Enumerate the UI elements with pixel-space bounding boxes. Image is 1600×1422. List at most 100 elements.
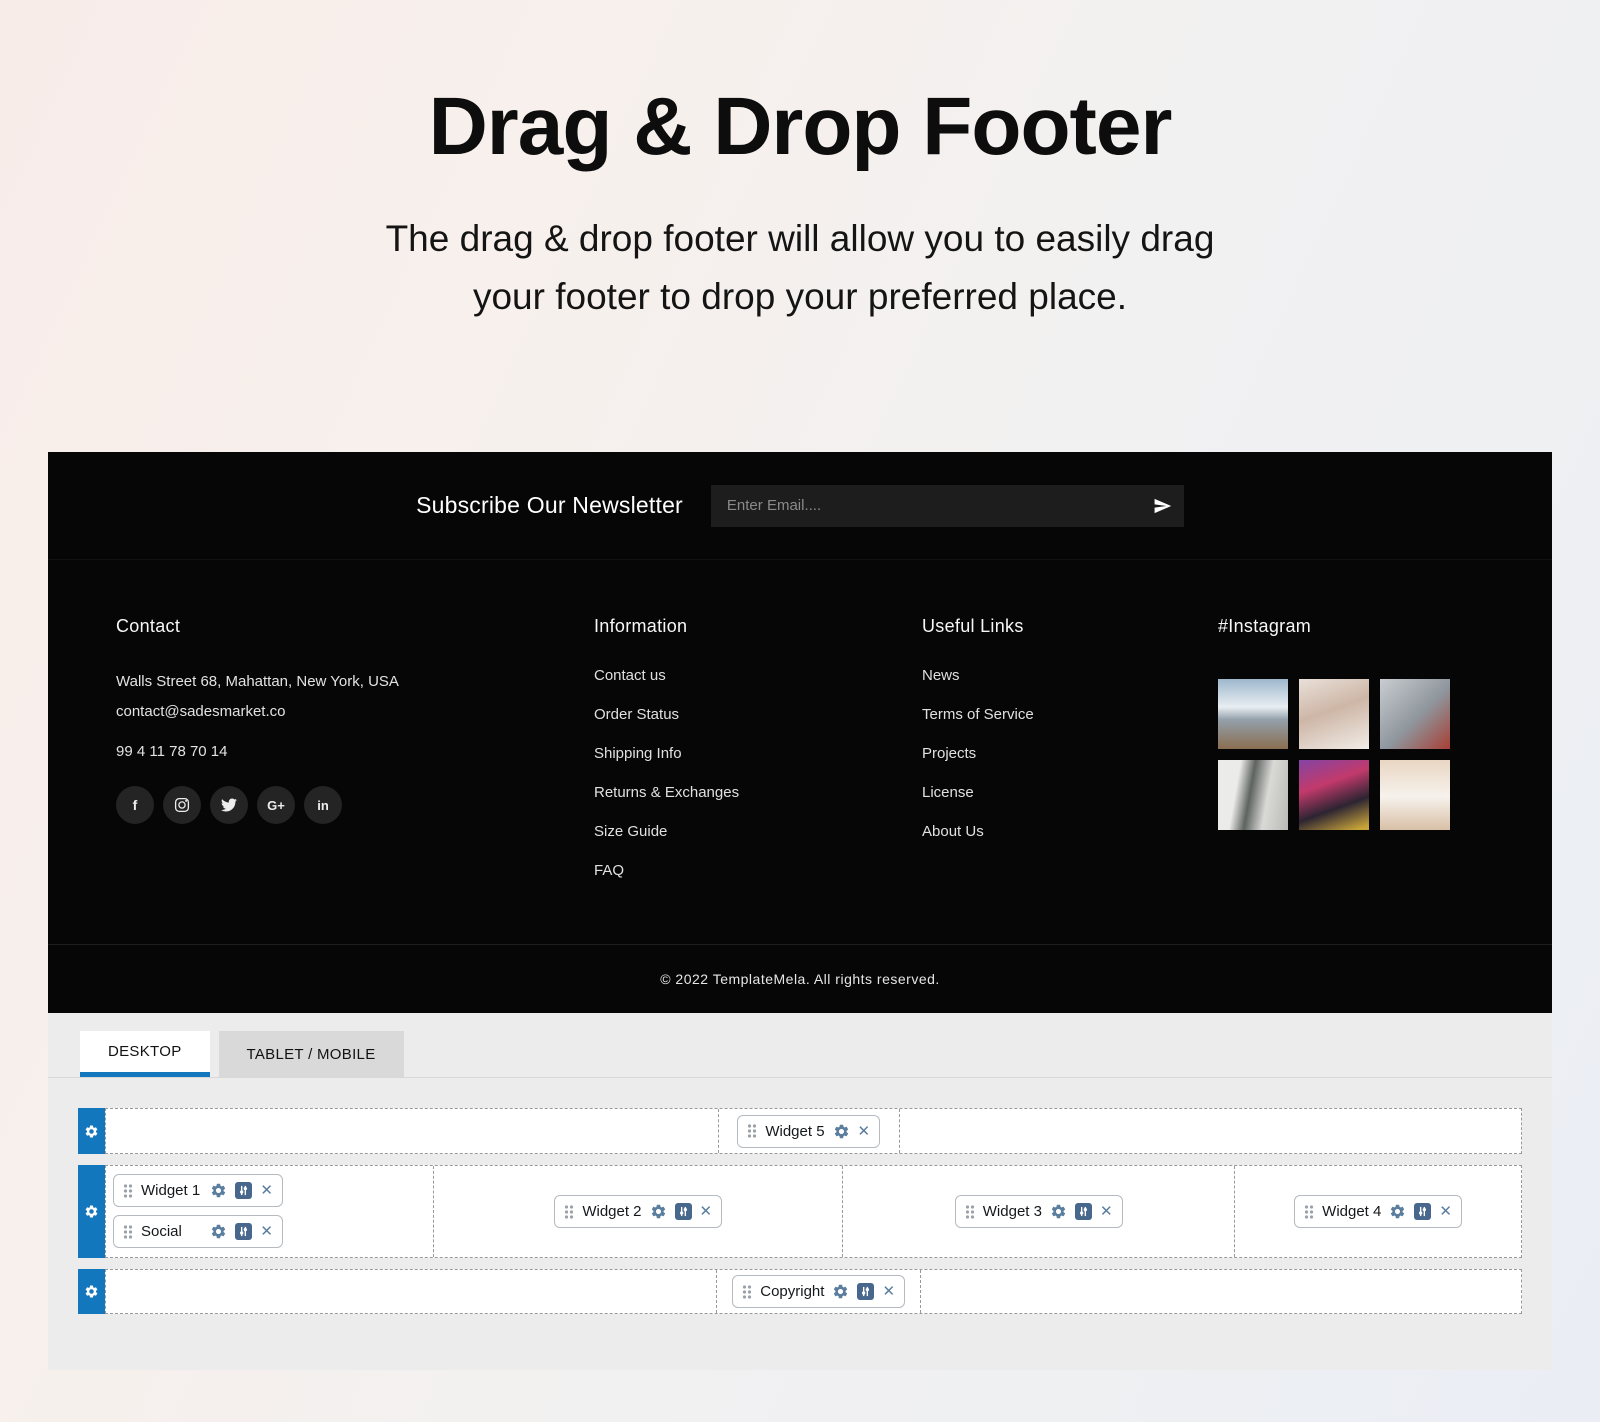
- widget-chip-social[interactable]: Social ✕: [113, 1215, 283, 1248]
- row-2-col-4: Widget 4 ✕: [1235, 1166, 1521, 1257]
- copyright-text: © 2022 TemplateMela. All rights reserved…: [660, 971, 940, 987]
- newsletter-bar: Subscribe Our Newsletter: [48, 452, 1552, 560]
- widget-chip-widget4[interactable]: Widget 4 ✕: [1294, 1195, 1462, 1228]
- instagram-photo-mountain-biker[interactable]: [1218, 679, 1288, 749]
- builder-tab-bar: DESKTOP TABLET / MOBILE: [48, 1013, 1552, 1078]
- widget-remove-icon[interactable]: ✕: [882, 1284, 895, 1299]
- footer-link[interactable]: About Us: [922, 823, 1218, 840]
- newsletter-label: Subscribe Our Newsletter: [416, 492, 683, 519]
- widget-settings-icon[interactable]: [832, 1283, 849, 1300]
- footer-link[interactable]: Shipping Info: [594, 745, 922, 762]
- row-1-col-2: Widget 5 ✕: [719, 1109, 900, 1153]
- footer-builder-panel: DESKTOP TABLET / MOBILE Widget 5 ✕: [48, 1013, 1552, 1370]
- widget-label: Widget 1: [141, 1182, 202, 1199]
- footer-preview: Subscribe Our Newsletter Contact Walls S…: [48, 452, 1552, 1013]
- footer-column-useful-links: Useful Links News Terms of Service Proje…: [922, 616, 1218, 904]
- gear-icon: [84, 1124, 99, 1139]
- widget-remove-icon[interactable]: ✕: [1439, 1204, 1452, 1219]
- row-3-col-2: Copyright ✕: [717, 1270, 921, 1313]
- footer-link[interactable]: Returns & Exchanges: [594, 784, 922, 801]
- widget-chip-widget1[interactable]: Widget 1 ✕: [113, 1174, 283, 1207]
- drag-handle-icon[interactable]: [747, 1123, 757, 1139]
- row-1-columns: Widget 5 ✕: [105, 1108, 1522, 1154]
- newsletter-form: [711, 485, 1184, 527]
- widget-chip-copyright[interactable]: Copyright ✕: [732, 1275, 905, 1308]
- row-1-col-1: [106, 1109, 719, 1153]
- widget-width-icon[interactable]: [675, 1203, 692, 1220]
- widget-settings-icon[interactable]: [650, 1203, 667, 1220]
- widget-settings-icon[interactable]: [210, 1223, 227, 1240]
- widget-settings-icon[interactable]: [1389, 1203, 1406, 1220]
- instagram-photo-car-mechanic[interactable]: [1380, 679, 1450, 749]
- widget-settings-icon[interactable]: [1050, 1203, 1067, 1220]
- widget-width-icon[interactable]: [1414, 1203, 1431, 1220]
- page-title: Drag & Drop Footer: [0, 0, 1600, 174]
- google-plus-icon[interactable]: G+: [257, 786, 295, 824]
- instagram-photo-girl-optician-frames[interactable]: [1299, 679, 1369, 749]
- instagram-photo-firefighter-neon[interactable]: [1299, 760, 1369, 830]
- row-3-settings-button[interactable]: [78, 1269, 105, 1314]
- row-2-col-2: Widget 2 ✕: [434, 1166, 843, 1257]
- widget-label: Widget 5: [765, 1123, 824, 1140]
- footer-column-information: Information Contact us Order Status Ship…: [594, 616, 922, 904]
- row-2-col-1: Widget 1 ✕ Social ✕: [106, 1166, 434, 1257]
- row-2-col-3: Widget 3 ✕: [843, 1166, 1235, 1257]
- builder-rows: Widget 5 ✕ Widget 1: [78, 1108, 1522, 1314]
- widget-chip-widget3[interactable]: Widget 3 ✕: [955, 1195, 1123, 1228]
- row-2-settings-button[interactable]: [78, 1165, 105, 1258]
- footer-link[interactable]: Size Guide: [594, 823, 922, 840]
- twitter-icon[interactable]: [210, 786, 248, 824]
- instagram-icon[interactable]: [163, 786, 201, 824]
- widget-remove-icon[interactable]: ✕: [700, 1204, 713, 1219]
- drag-handle-icon[interactable]: [123, 1224, 133, 1240]
- instagram-grid: [1218, 679, 1484, 830]
- widget-chip-widget2[interactable]: Widget 2 ✕: [554, 1195, 722, 1228]
- footer-link[interactable]: License: [922, 784, 1218, 801]
- widget-remove-icon[interactable]: ✕: [858, 1124, 871, 1139]
- builder-row-3: Copyright ✕: [78, 1269, 1522, 1314]
- drag-handle-icon[interactable]: [1304, 1204, 1314, 1220]
- footer-link[interactable]: News: [922, 667, 1218, 684]
- widget-settings-icon[interactable]: [210, 1182, 227, 1199]
- instagram-photo-bedroom-interior[interactable]: [1218, 760, 1288, 830]
- page-subtitle: The drag & drop footer will allow you to…: [0, 210, 1600, 325]
- facebook-icon[interactable]: f: [116, 786, 154, 824]
- drag-handle-icon[interactable]: [965, 1204, 975, 1220]
- footer-link[interactable]: Contact us: [594, 667, 922, 684]
- contact-email[interactable]: contact@sadesmarket.co: [116, 697, 594, 727]
- widget-width-icon[interactable]: [1075, 1203, 1092, 1220]
- drag-handle-icon[interactable]: [123, 1183, 133, 1199]
- newsletter-submit-button[interactable]: [1153, 496, 1172, 515]
- drag-handle-icon[interactable]: [564, 1204, 574, 1220]
- subtitle-line-2: your footer to drop your preferred place…: [0, 268, 1600, 326]
- widget-width-icon[interactable]: [857, 1283, 874, 1300]
- row-1-col-3: [900, 1109, 1521, 1153]
- tab-desktop[interactable]: DESKTOP: [80, 1031, 210, 1077]
- footer-link[interactable]: Order Status: [594, 706, 922, 723]
- row-3-col-1: [106, 1270, 717, 1313]
- widget-remove-icon[interactable]: ✕: [260, 1224, 273, 1239]
- linkedin-icon[interactable]: in: [304, 786, 342, 824]
- contact-phone[interactable]: 99 4 11 78 70 14: [116, 743, 594, 760]
- footer-column-contact: Contact Walls Street 68, Mahattan, New Y…: [116, 616, 594, 904]
- widget-chip-widget5[interactable]: Widget 5 ✕: [737, 1115, 880, 1148]
- footer-link[interactable]: Projects: [922, 745, 1218, 762]
- instagram-photo-wedding-couple[interactable]: [1380, 760, 1450, 830]
- copyright-bar: © 2022 TemplateMela. All rights reserved…: [48, 944, 1552, 1013]
- email-input[interactable]: [711, 485, 1184, 527]
- information-heading: Information: [594, 616, 922, 637]
- footer-link[interactable]: FAQ: [594, 862, 922, 879]
- drag-handle-icon[interactable]: [742, 1284, 752, 1300]
- widget-remove-icon[interactable]: ✕: [260, 1183, 273, 1198]
- footer-link[interactable]: Terms of Service: [922, 706, 1218, 723]
- row-2-columns: Widget 1 ✕ Social ✕: [105, 1165, 1522, 1258]
- widget-settings-icon[interactable]: [833, 1123, 850, 1140]
- tab-tablet-mobile[interactable]: TABLET / MOBILE: [219, 1031, 404, 1077]
- widget-width-icon[interactable]: [235, 1223, 252, 1240]
- hero-section: Drag & Drop Footer The drag & drop foote…: [0, 0, 1600, 452]
- builder-row-2: Widget 1 ✕ Social ✕: [78, 1165, 1522, 1258]
- widget-width-icon[interactable]: [235, 1182, 252, 1199]
- row-1-settings-button[interactable]: [78, 1108, 105, 1154]
- tab-label: TABLET / MOBILE: [247, 1046, 376, 1063]
- widget-remove-icon[interactable]: ✕: [1100, 1204, 1113, 1219]
